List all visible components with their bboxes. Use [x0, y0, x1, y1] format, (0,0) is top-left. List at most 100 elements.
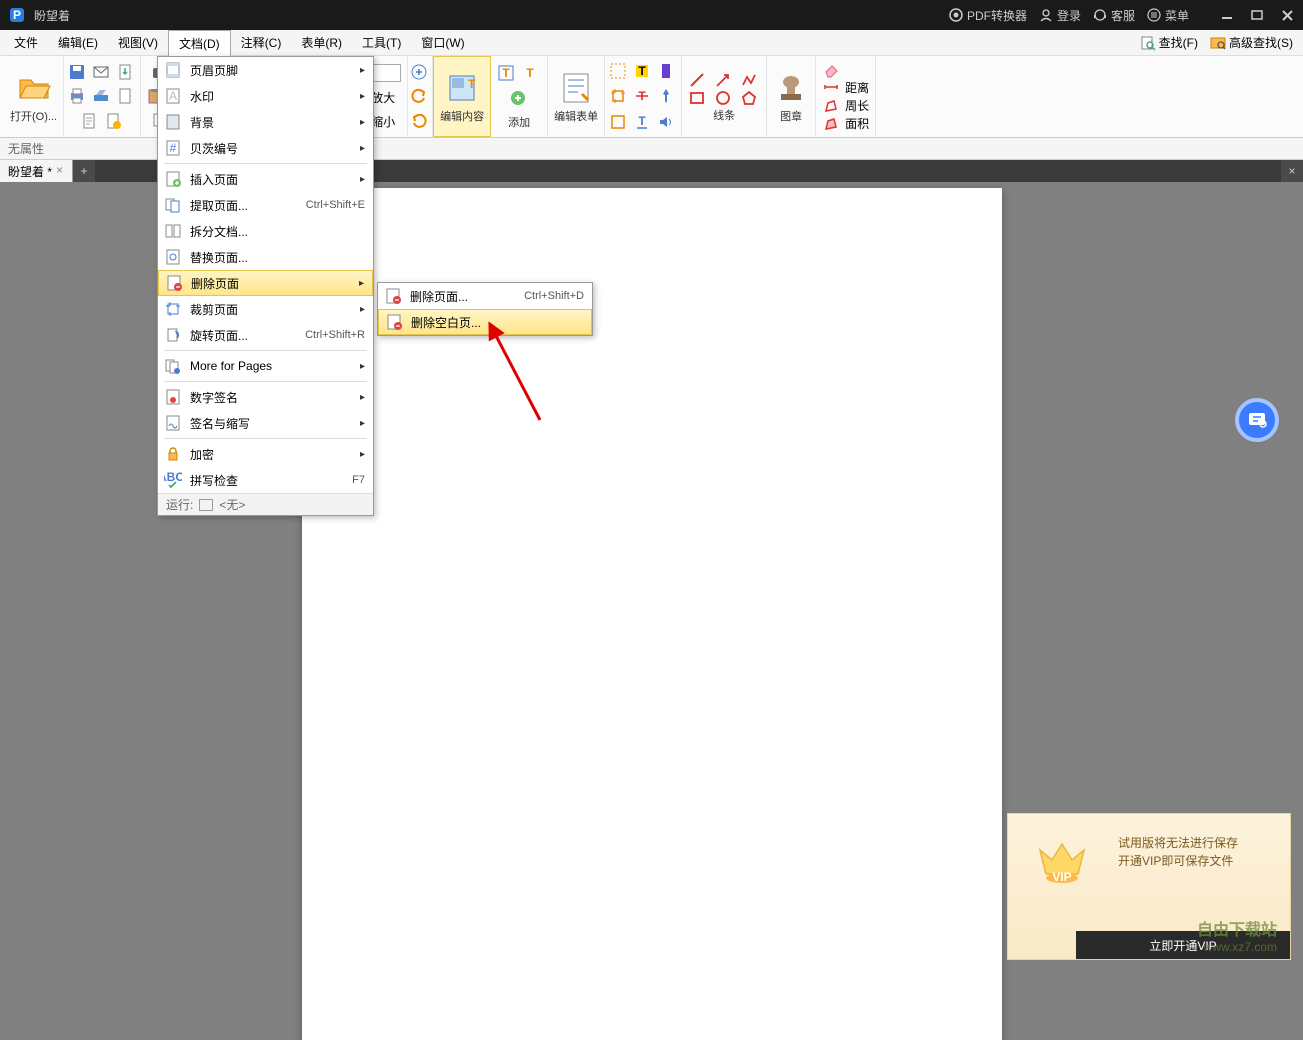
polyline-icon[interactable]: [740, 71, 760, 89]
support-label: 客服: [1111, 7, 1135, 24]
window-title: 盼望着: [34, 7, 949, 24]
doc1-icon[interactable]: [80, 112, 100, 130]
edit-content-label: 编辑内容: [440, 108, 484, 124]
redo-icon[interactable]: [410, 112, 430, 130]
menu-label: 菜单: [1165, 7, 1189, 24]
menu-status-bar: 运行: <无>: [158, 493, 373, 515]
zoom-in-label: 放大: [371, 89, 395, 106]
advanced-find-button[interactable]: 高级查找(S): [1204, 30, 1299, 55]
menu-item-header-footer[interactable]: 页眉页脚▸: [158, 57, 373, 83]
select-icon[interactable]: [609, 62, 629, 80]
vip-msg-line2: 开通VIP即可保存文件: [1118, 852, 1238, 870]
help-fab-button[interactable]: [1235, 398, 1279, 442]
submenu-delete-page[interactable]: 删除页面...Ctrl+Shift+D: [378, 283, 592, 309]
scan-icon[interactable]: [92, 87, 112, 105]
add-text-icon[interactable]: T: [497, 64, 517, 82]
pushpin-icon[interactable]: [657, 87, 677, 105]
menu-item-delete-page[interactable]: 删除页面▸: [158, 270, 373, 296]
menu-item-crop-page[interactable]: 裁剪页面▸: [158, 296, 373, 322]
area-label: 面积: [845, 115, 869, 132]
print-icon[interactable]: [68, 87, 88, 105]
menu-item-extract-page[interactable]: 提取页面...Ctrl+Shift+E: [158, 192, 373, 218]
menu-window[interactable]: 窗口(W): [411, 30, 474, 55]
menu-item-rotate-page[interactable]: 旋转页面...Ctrl+Shift+R: [158, 322, 373, 348]
area-icon[interactable]: [822, 115, 842, 133]
watermark-line1: 自由下载站: [1197, 916, 1277, 940]
maximize-button[interactable]: [1249, 7, 1265, 23]
find-label: 查找(F): [1159, 34, 1198, 51]
eraser-button[interactable]: [822, 60, 840, 78]
document-tab[interactable]: 盼望着 * ×: [0, 160, 73, 182]
highlight-icon[interactable]: T: [633, 62, 653, 80]
edit-content-button[interactable]: T 编辑内容: [433, 56, 491, 137]
underline-icon[interactable]: T: [633, 113, 653, 131]
tab-bar-close-icon[interactable]: ×: [1281, 160, 1303, 182]
menu-document[interactable]: 文档(D): [168, 30, 231, 56]
zoom-plus-icon[interactable]: [410, 63, 430, 81]
export-icon[interactable]: [116, 63, 136, 81]
distance-icon[interactable]: [822, 78, 842, 96]
menu-item-background[interactable]: 背景▸: [158, 109, 373, 135]
pdf-converter-link[interactable]: PDF转换器: [949, 7, 1027, 24]
svg-text:T: T: [468, 77, 476, 91]
menu-item-signature[interactable]: 签名与缩写▸: [158, 410, 373, 436]
svg-text:P: P: [13, 8, 21, 22]
open-group[interactable]: 打开(O)...: [4, 56, 64, 137]
login-button[interactable]: 登录: [1039, 7, 1081, 24]
menu-item-bates[interactable]: #贝茨编号▸: [158, 135, 373, 161]
menu-item-encrypt[interactable]: 加密▸: [158, 441, 373, 467]
status-box-icon: [199, 499, 213, 511]
menu-item-spellcheck[interactable]: ABC拼写检查F7: [158, 467, 373, 493]
no-properties-label: 无属性: [8, 140, 44, 157]
menu-button[interactable]: 菜单: [1147, 7, 1189, 24]
svg-text:#: #: [170, 141, 177, 155]
support-button[interactable]: 客服: [1093, 7, 1135, 24]
find-button[interactable]: 查找(F): [1134, 30, 1204, 55]
crop-icon[interactable]: [609, 87, 629, 105]
arrow-icon[interactable]: [714, 71, 734, 89]
close-button[interactable]: [1279, 7, 1295, 23]
stamp-button[interactable]: 图章: [767, 56, 816, 137]
svg-text:A: A: [169, 89, 177, 103]
svg-text:ABC: ABC: [164, 471, 182, 484]
blank-icon[interactable]: [116, 87, 136, 105]
polygon-icon[interactable]: [740, 89, 760, 107]
perimeter-icon[interactable]: [822, 97, 842, 115]
open-label: 打开(O)...: [10, 108, 57, 124]
new-icon[interactable]: [104, 112, 124, 130]
sound-icon[interactable]: [657, 113, 677, 131]
menu-item-replace-page[interactable]: 替换页面...: [158, 244, 373, 270]
strike-icon[interactable]: T: [633, 87, 653, 105]
bookmark-icon[interactable]: [657, 62, 677, 80]
title-bar: P 盼望着 PDF转换器 登录 客服 菜单: [0, 0, 1303, 30]
menu-item-more-pages[interactable]: More for Pages▸: [158, 353, 373, 379]
tab-add-button[interactable]: +: [73, 160, 95, 182]
rect-icon[interactable]: [688, 89, 708, 107]
svg-text:T: T: [638, 64, 646, 78]
minimize-button[interactable]: [1219, 7, 1235, 23]
menu-item-watermark[interactable]: A水印▸: [158, 83, 373, 109]
menu-view[interactable]: 视图(V): [108, 30, 168, 55]
add-watermark-icon[interactable]: T: [521, 64, 541, 82]
save-icon[interactable]: [68, 63, 88, 81]
menu-item-split-doc[interactable]: 拆分文档...: [158, 218, 373, 244]
menu-comment[interactable]: 注释(C): [231, 30, 292, 55]
menu-form[interactable]: 表单(R): [291, 30, 352, 55]
line-icon[interactable]: [688, 71, 708, 89]
watermark-line2: www.xz7.com: [1197, 940, 1277, 954]
stamp-label: 图章: [780, 108, 802, 124]
send-icon[interactable]: [92, 63, 112, 81]
status-value: <无>: [219, 496, 245, 513]
menu-edit[interactable]: 编辑(E): [48, 30, 108, 55]
undo-icon[interactable]: [410, 87, 430, 105]
add-image-icon[interactable]: [509, 89, 529, 107]
menu-file[interactable]: 文件: [4, 30, 48, 55]
tab-close-icon[interactable]: ×: [56, 163, 68, 175]
submenu-delete-blank-page[interactable]: 删除空白页...: [378, 309, 592, 335]
circle-icon[interactable]: [714, 89, 734, 107]
edit-form-button[interactable]: 编辑表单: [548, 56, 605, 137]
selection-icon[interactable]: [609, 113, 629, 131]
menu-item-insert-page[interactable]: 插入页面▸: [158, 166, 373, 192]
menu-item-digital-sign[interactable]: 数字签名▸: [158, 384, 373, 410]
menu-tools[interactable]: 工具(T): [352, 30, 411, 55]
